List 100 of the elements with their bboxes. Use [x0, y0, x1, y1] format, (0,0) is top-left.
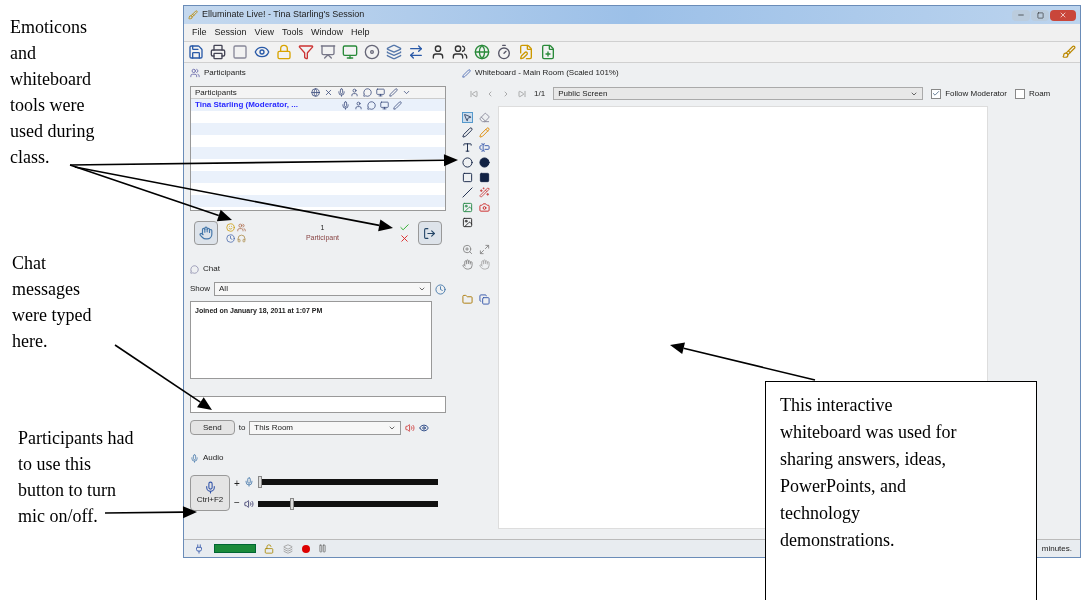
pause-icon[interactable]: [318, 544, 327, 553]
minimize-icon: [1017, 11, 1025, 19]
grab-icon[interactable]: [479, 259, 490, 270]
eye-icon[interactable]: [419, 422, 430, 433]
save-icon[interactable]: [188, 44, 204, 60]
slider-thumb[interactable]: [257, 476, 262, 488]
transfer-icon[interactable]: [408, 44, 424, 60]
zoom-icon[interactable]: [462, 244, 473, 255]
column-icon[interactable]: [363, 88, 372, 97]
close-button[interactable]: [1050, 9, 1076, 21]
menu-item[interactable]: Help: [350, 25, 370, 40]
copy-icon[interactable]: [479, 294, 490, 305]
whiteboard-icon: [462, 68, 471, 78]
disc-icon[interactable]: [364, 44, 380, 60]
status-icon: [354, 100, 363, 110]
image-icon[interactable]: [462, 202, 473, 213]
monitor-icon[interactable]: [342, 44, 358, 60]
minimize-button[interactable]: [1012, 9, 1030, 21]
speaker-icon[interactable]: [243, 499, 254, 509]
maximize-button[interactable]: [1031, 9, 1049, 21]
menu-item[interactable]: Session: [214, 25, 247, 40]
hand-icon[interactable]: [462, 259, 473, 270]
pen-icon[interactable]: [462, 127, 473, 138]
status-icon: [341, 100, 350, 110]
next-page-icon[interactable]: [502, 89, 510, 98]
brush-icon[interactable]: [1062, 45, 1076, 59]
timer-icon[interactable]: [496, 44, 512, 60]
clock-icon[interactable]: [226, 234, 235, 243]
to-label: to: [238, 421, 246, 434]
exit-icon: [423, 226, 437, 240]
cross-icon[interactable]: [399, 233, 410, 244]
square-icon[interactable]: [462, 172, 473, 183]
folder-icon[interactable]: [462, 294, 473, 305]
camera-icon[interactable]: [479, 202, 490, 213]
unlock-icon[interactable]: [264, 543, 274, 554]
resize-icon[interactable]: [479, 244, 490, 255]
line-icon[interactable]: [462, 187, 473, 198]
checkbox[interactable]: [1014, 88, 1025, 99]
volume-slider[interactable]: [257, 476, 438, 488]
maximize-icon: [1036, 11, 1044, 19]
column-icon[interactable]: [350, 88, 359, 97]
recipient-dropdown[interactable]: This Room: [249, 420, 402, 435]
notepad-icon[interactable]: [518, 44, 534, 60]
menu-item[interactable]: Tools: [281, 25, 303, 40]
menu-item[interactable]: Window: [310, 25, 343, 40]
user-icon[interactable]: [430, 44, 446, 60]
chat-input-field[interactable]: [190, 396, 446, 413]
raise-hand-button[interactable]: [194, 221, 218, 245]
record-button[interactable]: [302, 544, 310, 553]
participant-row[interactable]: Tina Starling (Moderator, ...: [191, 99, 445, 111]
check-icon[interactable]: [399, 222, 410, 233]
filled-circle-icon[interactable]: [479, 157, 490, 168]
menu-item[interactable]: View: [254, 25, 274, 40]
users-icon[interactable]: [452, 44, 468, 60]
headphones-icon[interactable]: [237, 234, 246, 243]
pointer-icon[interactable]: [462, 112, 473, 123]
column-icon[interactable]: [376, 88, 385, 97]
panel-title: Participants: [204, 67, 246, 79]
previous-page-icon[interactable]: [486, 89, 494, 98]
layout-icon[interactable]: [282, 543, 294, 554]
screen-image-icon[interactable]: [462, 217, 473, 228]
filled-square-icon[interactable]: [479, 172, 490, 183]
filter-icon[interactable]: [298, 44, 314, 60]
show-dropdown[interactable]: All: [214, 282, 431, 296]
talk-button[interactable]: Ctrl+F2: [190, 475, 230, 511]
column-icon[interactable]: [311, 88, 320, 97]
exit-button[interactable]: [418, 221, 442, 245]
add-file-icon[interactable]: [540, 44, 556, 60]
menu-item[interactable]: File: [192, 25, 207, 40]
presentation-icon[interactable]: [320, 44, 336, 60]
text-box-icon[interactable]: [479, 142, 490, 153]
volume-slider[interactable]: [257, 498, 438, 510]
eye-icon[interactable]: [254, 44, 270, 60]
screen-dropdown[interactable]: Public Screen: [553, 87, 924, 100]
slider-thumb[interactable]: [290, 498, 295, 510]
eraser-icon[interactable]: [479, 112, 490, 123]
circle-icon[interactable]: [462, 157, 473, 168]
show-label: Show: [190, 283, 210, 295]
window-icon[interactable]: [232, 44, 248, 60]
layers-icon[interactable]: [386, 44, 402, 60]
lock-icon[interactable]: [276, 44, 292, 60]
wand-icon[interactable]: [479, 187, 490, 198]
activity-meter: [214, 544, 256, 553]
globe-icon[interactable]: [474, 44, 490, 60]
people-icon[interactable]: [237, 223, 246, 232]
status-icon: [367, 100, 376, 110]
text-icon[interactable]: [462, 142, 473, 153]
status-icon: [393, 100, 402, 110]
speaker-icon[interactable]: [405, 422, 416, 433]
checkbox-label[interactable]: Follow Moderator: [931, 87, 1007, 100]
column-icon[interactable]: [324, 88, 333, 97]
printer-icon[interactable]: [210, 44, 226, 60]
send-button[interactable]: Send: [190, 420, 235, 435]
microphone-icon[interactable]: [243, 477, 254, 487]
checkbox-label[interactable]: Roam: [1014, 87, 1051, 100]
checkbox[interactable]: [931, 88, 942, 99]
highlighter-icon[interactable]: [479, 127, 490, 138]
column-icon[interactable]: [337, 88, 346, 97]
status-text: minutes.: [1041, 542, 1072, 555]
clock-icon[interactable]: [435, 283, 446, 295]
